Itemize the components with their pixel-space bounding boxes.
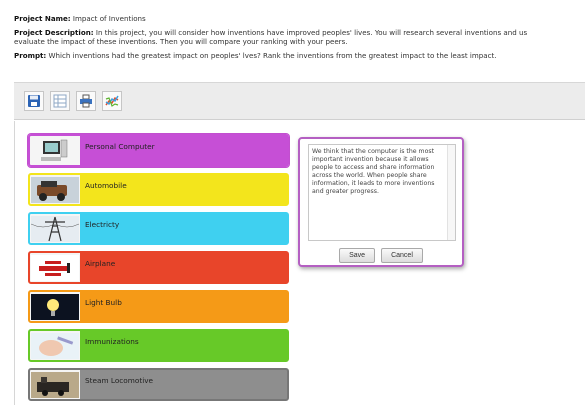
project-description-text-1: In this project, you will consider how i…	[95, 28, 528, 37]
editor-buttons: Save Cancel	[300, 248, 462, 263]
project-info: Project Name: Impact of Inventions Proje…	[14, 14, 585, 65]
power-tower-icon	[30, 214, 80, 243]
prompt-line: Prompt: Which inventions had the greates…	[14, 51, 585, 60]
invention-label: Light Bulb	[85, 297, 122, 307]
cancel-button[interactable]: Cancel	[381, 248, 423, 263]
computer-icon	[30, 136, 80, 165]
invention-label: Personal Computer	[85, 141, 155, 151]
vaccine-icon	[30, 331, 80, 360]
rationale-textarea[interactable]: We think that the computer is the most i…	[308, 144, 456, 241]
project-name-value: Impact of Inventions	[72, 14, 146, 23]
project-description: Project Description: In this project, yo…	[14, 28, 585, 46]
invention-item[interactable]: Immunizations	[28, 329, 289, 362]
rationale-text: We think that the computer is the most i…	[312, 148, 435, 195]
print-icon	[80, 94, 92, 108]
invention-label: Immunizations	[85, 336, 139, 346]
invention-label: Electricty	[85, 219, 120, 229]
chart-icon	[105, 95, 119, 107]
project-description-label: Project Description:	[14, 28, 94, 37]
light-bulb-icon	[30, 292, 80, 321]
page: Project Name: Impact of Inventions Proje…	[0, 0, 585, 405]
project-name-label: Project Name:	[14, 14, 71, 23]
table-toolbar-button[interactable]	[50, 91, 70, 111]
save-button[interactable]: Save	[339, 248, 376, 263]
textarea-scrollbar[interactable]	[447, 145, 455, 240]
workspace: Personal Computer Automobile Electricty Air…	[14, 121, 585, 405]
save-toolbar-button[interactable]	[24, 91, 44, 111]
prompt-text: Which inventions had the greatest impact…	[48, 51, 497, 60]
prompt-label: Prompt:	[14, 51, 47, 60]
rationale-editor: We think that the computer is the most i…	[298, 137, 464, 267]
invention-item[interactable]: Automobile	[28, 173, 289, 206]
chart-toolbar-button[interactable]	[102, 91, 122, 111]
invention-item[interactable]: Personal Computer	[28, 134, 289, 167]
project-name-line: Project Name: Impact of Inventions	[14, 14, 585, 23]
invention-label: Steam Locomotive	[85, 375, 154, 385]
print-toolbar-button[interactable]	[76, 91, 96, 111]
locomotive-icon	[30, 370, 80, 399]
car-icon	[30, 175, 80, 204]
toolbar	[14, 82, 585, 120]
invention-ranking-list: Personal Computer Automobile Electricty Air…	[28, 134, 289, 405]
airplane-icon	[30, 253, 80, 282]
invention-label: Automobile	[85, 180, 127, 190]
invention-item[interactable]: Light Bulb	[28, 290, 289, 323]
project-description-text-2: evaluate the impact of these inventions.…	[14, 37, 348, 46]
table-icon	[53, 94, 67, 108]
invention-item[interactable]: Steam Locomotive	[28, 368, 289, 401]
save-icon	[28, 95, 40, 107]
invention-item[interactable]: Electricty	[28, 212, 289, 245]
invention-item[interactable]: Airplane	[28, 251, 289, 284]
workspace-border	[14, 121, 15, 405]
invention-label: Airplane	[85, 258, 116, 268]
